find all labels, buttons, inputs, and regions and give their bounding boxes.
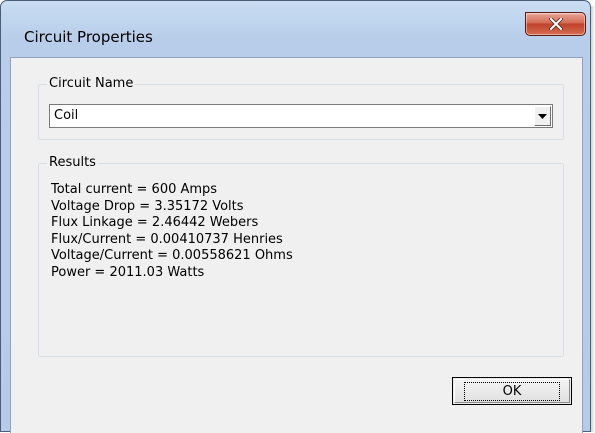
ok-button-label: OK — [463, 381, 561, 401]
chevron-down-icon — [538, 105, 547, 127]
close-icon — [548, 18, 563, 30]
result-total-current: Total current = 600 Amps — [51, 182, 218, 197]
results-group: Results Total current = 600 Amps Voltage… — [38, 155, 564, 357]
result-voltage-drop: Voltage Drop = 3.35172 Volts — [51, 198, 244, 214]
circuit-name-value: Coil — [54, 108, 79, 123]
result-flux-linkage: Flux Linkage = 2.46442 Webers — [51, 215, 259, 231]
dialog-client-area: Circuit Name Coil Results Total current … — [10, 57, 583, 433]
circuit-name-label: Circuit Name — [47, 76, 136, 92]
circuit-properties-window: Circuit Properties Circuit Name Coil Res… — [0, 0, 591, 433]
result-flux-per-current: Flux/Current = 0.00410737 Henries — [51, 231, 283, 247]
ok-button[interactable]: OK — [452, 377, 572, 405]
window-title: Circuit Properties — [24, 28, 153, 46]
results-list: Total current = 600 Amps Voltage Drop = … — [51, 182, 293, 282]
ok-button-face: OK — [454, 379, 570, 403]
close-button[interactable] — [525, 12, 586, 36]
results-label: Results — [47, 155, 98, 171]
dropdown-button[interactable] — [534, 106, 551, 126]
circuit-name-group: Circuit Name Coil — [38, 76, 564, 140]
result-power: Power = 2011.03 Watts — [51, 264, 205, 280]
window-shadow — [591, 6, 595, 432]
result-voltage-per-current: Voltage/Current = 0.00558621 Ohms — [51, 248, 293, 264]
circuit-name-dropdown[interactable]: Coil — [49, 104, 553, 128]
